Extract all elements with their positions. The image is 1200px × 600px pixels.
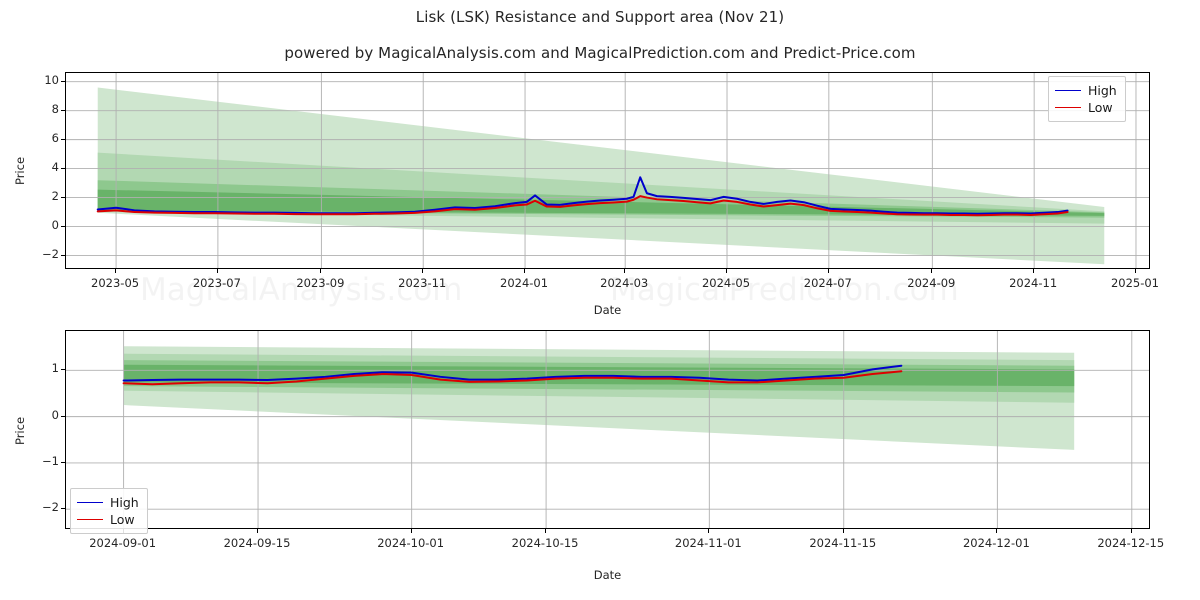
- lower-chart-panel: [65, 330, 1150, 529]
- chart-title: Lisk (LSK) Resistance and Support area (…: [415, 8, 785, 26]
- x-tick-mark: [216, 269, 218, 273]
- y-tick-label: −2: [42, 246, 59, 261]
- lower-plot-area: [65, 330, 1150, 529]
- x-tick-mark: [257, 529, 259, 533]
- x-tick-mark: [624, 269, 626, 273]
- legend-label: High: [110, 495, 139, 510]
- y-tick-label: 8: [51, 101, 59, 116]
- legend-label: High: [1088, 83, 1117, 98]
- legend-swatch-low-icon: [77, 519, 103, 520]
- y-tick-mark: [61, 196, 65, 198]
- x-tick-mark: [1033, 269, 1035, 273]
- lower-yaxis-label: Price: [13, 416, 27, 446]
- legend-label: Low: [1088, 100, 1113, 115]
- y-tick-mark: [61, 415, 65, 417]
- x-tick-label: 2024-12-15: [1097, 536, 1165, 550]
- x-tick-label: 2024-10-15: [511, 536, 579, 550]
- x-tick-mark: [996, 529, 998, 533]
- legend-item-low[interactable]: Low: [77, 511, 139, 528]
- upper-xaxis-label: Date: [593, 303, 622, 317]
- x-tick-label: 2024-10-01: [377, 536, 445, 550]
- y-tick-label: −2: [42, 500, 59, 515]
- y-tick-mark: [61, 167, 65, 169]
- y-tick-mark: [61, 225, 65, 227]
- y-tick-mark: [61, 369, 65, 371]
- y-tick-mark: [61, 138, 65, 140]
- legend-label: Low: [110, 512, 135, 527]
- x-tick-mark: [422, 269, 424, 273]
- x-tick-label: 2024-07: [803, 276, 852, 290]
- upper-legend: High Low: [1048, 76, 1126, 122]
- x-tick-label: 2024-11-15: [809, 536, 877, 550]
- legend-swatch-high-icon: [1055, 90, 1081, 91]
- y-tick-mark: [61, 80, 65, 82]
- y-tick-mark: [61, 109, 65, 111]
- upper-chart-panel: [65, 72, 1150, 269]
- y-tick-mark: [61, 508, 65, 510]
- x-tick-label: 2025-01: [1110, 276, 1159, 290]
- x-tick-mark: [726, 269, 727, 273]
- x-tick-mark: [115, 269, 117, 273]
- y-tick-label: 10: [44, 72, 59, 87]
- upper-plot-svg: [66, 73, 1149, 268]
- lower-xaxis-label: Date: [593, 568, 622, 582]
- x-tick-label: 2024-09-15: [223, 536, 291, 550]
- y-tick-mark: [61, 461, 65, 463]
- x-tick-mark: [320, 269, 322, 273]
- x-tick-label: 2023-07: [192, 276, 241, 290]
- legend-swatch-high-icon: [77, 502, 103, 503]
- y-tick-mark: [61, 254, 65, 256]
- x-tick-mark: [931, 269, 933, 273]
- lower-plot-svg: [66, 331, 1149, 528]
- y-tick-label: 0: [51, 217, 59, 232]
- upper-yaxis-label: Price: [13, 156, 27, 186]
- x-tick-mark: [827, 269, 829, 273]
- legend-item-low[interactable]: Low: [1055, 99, 1117, 116]
- x-tick-mark: [524, 269, 526, 273]
- legend-item-high[interactable]: High: [1055, 82, 1117, 99]
- legend-item-high[interactable]: High: [77, 494, 139, 511]
- x-tick-mark: [1130, 529, 1132, 533]
- x-tick-mark: [1134, 269, 1136, 273]
- x-tick-mark: [545, 529, 547, 533]
- x-tick-label: 2024-12-01: [962, 536, 1030, 550]
- chart-subtitle: powered by MagicalAnalysis.com and Magic…: [284, 44, 916, 62]
- lower-legend: High Low: [70, 488, 148, 534]
- x-tick-label: 2024-09-01: [89, 536, 157, 550]
- legend-swatch-low-icon: [1055, 107, 1081, 108]
- upper-plot-area: [65, 72, 1150, 269]
- x-tick-mark: [708, 529, 710, 533]
- x-tick-mark: [842, 529, 844, 533]
- x-tick-mark: [410, 529, 412, 533]
- x-tick-label: 2024-11-01: [674, 536, 742, 550]
- y-tick-label: 1: [51, 361, 59, 376]
